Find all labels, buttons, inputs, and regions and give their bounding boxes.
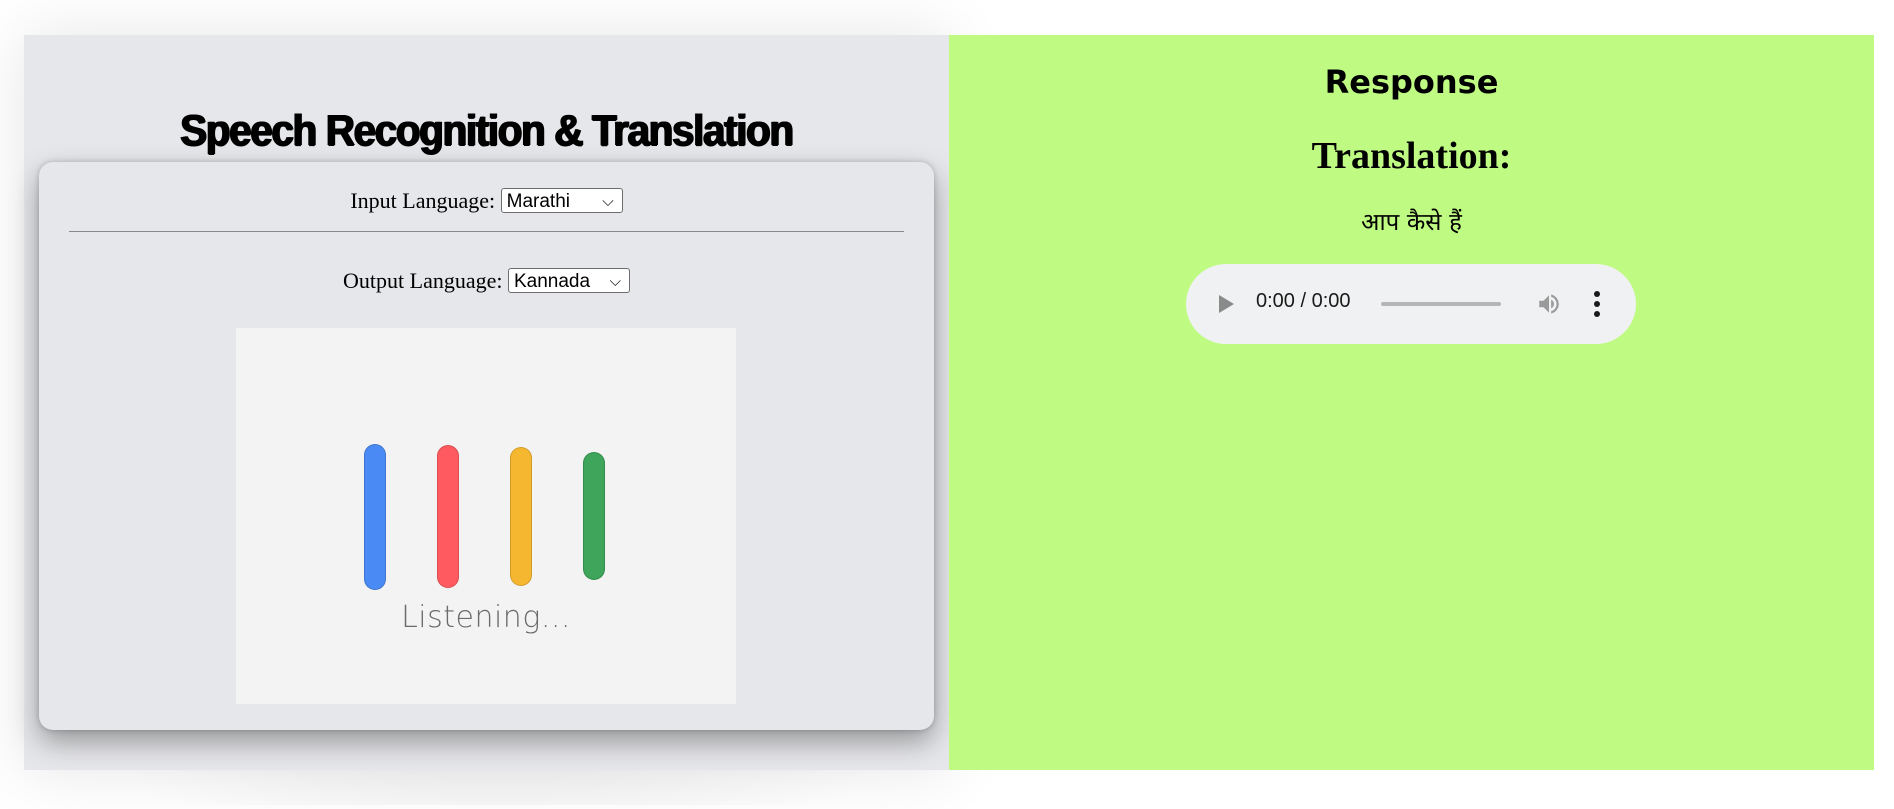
response-panel: Response Translation: आप कैसे हैं 0:00 /… [949, 35, 1874, 770]
play-icon[interactable] [1219, 295, 1234, 313]
input-language-value: Marathi [506, 191, 570, 213]
volume-icon[interactable] [1536, 291, 1562, 317]
translation-heading: Translation: [1311, 135, 1512, 177]
language-settings-card: Input Language: Marathi ⌵ Output Languag… [39, 162, 934, 730]
more-options-icon[interactable] [1593, 291, 1601, 317]
output-language-label: Output Language: [343, 267, 503, 293]
chevron-down-icon: ⌵ [609, 273, 621, 291]
input-language-select[interactable]: Marathi ⌵ [500, 188, 623, 214]
chevron-down-icon: ⌵ [602, 193, 614, 211]
response-title: Response [1324, 63, 1499, 101]
output-language-row: Output Language: Kannada ⌵ [39, 266, 934, 294]
input-language-row: Input Language: Marathi ⌵ [39, 186, 934, 214]
seek-slider[interactable] [1381, 302, 1501, 306]
audio-player: 0:00 / 0:00 [1186, 264, 1636, 344]
output-language-select[interactable]: Kannada ⌵ [507, 268, 630, 294]
input-language-label: Input Language: [350, 187, 496, 213]
divider [69, 231, 904, 232]
recognition-panel: Speech Recognition & Translation Input L… [24, 35, 949, 770]
audio-time: 0:00 / 0:00 [1256, 290, 1351, 312]
output-language-value: Kannada [513, 271, 591, 293]
voice-bar-red [437, 445, 459, 588]
translation-text: आप कैसे हैं [1361, 208, 1462, 236]
listening-animation[interactable]: Listening... [236, 328, 736, 704]
voice-bar-yellow [510, 447, 532, 586]
app-title: Speech Recognition & Translation [180, 106, 794, 155]
listening-status: Listening... [401, 600, 571, 635]
voice-bar-blue [364, 444, 386, 590]
voice-bar-green [583, 452, 605, 580]
